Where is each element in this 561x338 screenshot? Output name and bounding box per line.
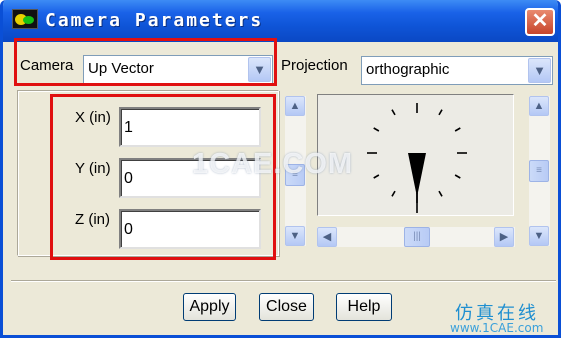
- camera-label: Camera: [20, 57, 74, 74]
- close-window-button[interactable]: ✕: [525, 8, 555, 36]
- camera-arrow-icon: [408, 153, 426, 197]
- projection-select-value: orthographic: [366, 61, 450, 78]
- right-scrollbar-thumb[interactable]: ≡: [529, 160, 549, 182]
- x-field-value: 1: [124, 119, 133, 136]
- app-icon: [12, 9, 38, 29]
- camera-select[interactable]: Up Vector ▼: [83, 55, 273, 84]
- x-field[interactable]: 1: [119, 107, 261, 147]
- arrow-left-icon[interactable]: ◀: [317, 227, 337, 247]
- arrow-right-icon[interactable]: ▶: [494, 227, 514, 247]
- help-button[interactable]: Help: [336, 293, 392, 321]
- z-field[interactable]: 0: [119, 209, 261, 249]
- dial-tick: [373, 127, 380, 132]
- dial-tick: [454, 174, 461, 179]
- dial-tick: [438, 190, 443, 197]
- projection-label: Projection: [281, 57, 348, 74]
- arrow-down-icon[interactable]: ▼: [285, 226, 305, 246]
- separator: [11, 280, 556, 282]
- dial-tick: [438, 109, 443, 116]
- chevron-down-icon[interactable]: ▼: [528, 58, 551, 83]
- title-bar[interactable]: Camera Parameters ✕: [3, 0, 558, 42]
- arrow-down-icon[interactable]: ▼: [529, 226, 549, 246]
- camera-parameters-dialog: Camera Parameters ✕ Camera Up Vector ▼ P…: [0, 0, 561, 338]
- y-label: Y (in): [75, 160, 111, 177]
- horizontal-scrollbar-thumb[interactable]: |||: [404, 227, 430, 247]
- window-title: Camera Parameters: [45, 10, 264, 31]
- projection-select[interactable]: orthographic ▼: [361, 56, 553, 85]
- dial-tick: [391, 109, 396, 116]
- y-field-value: 0: [124, 170, 133, 187]
- apply-button[interactable]: Apply: [183, 293, 236, 321]
- watermark-corner-url: www.1CAE.com: [450, 321, 544, 335]
- dial-tick: [373, 174, 380, 179]
- dial-tick: [391, 190, 396, 197]
- camera-select-value: Up Vector: [88, 60, 154, 77]
- chevron-down-icon[interactable]: ▼: [248, 57, 271, 82]
- dial-tick: [454, 127, 461, 132]
- arrow-up-icon[interactable]: ▲: [529, 96, 549, 116]
- close-button[interactable]: Close: [259, 293, 314, 321]
- x-label: X (in): [75, 109, 111, 126]
- arrow-up-icon[interactable]: ▲: [285, 96, 305, 116]
- watermark-text: 1CAE.COM: [192, 148, 354, 180]
- z-label: Z (in): [75, 211, 110, 228]
- z-field-value: 0: [124, 221, 133, 238]
